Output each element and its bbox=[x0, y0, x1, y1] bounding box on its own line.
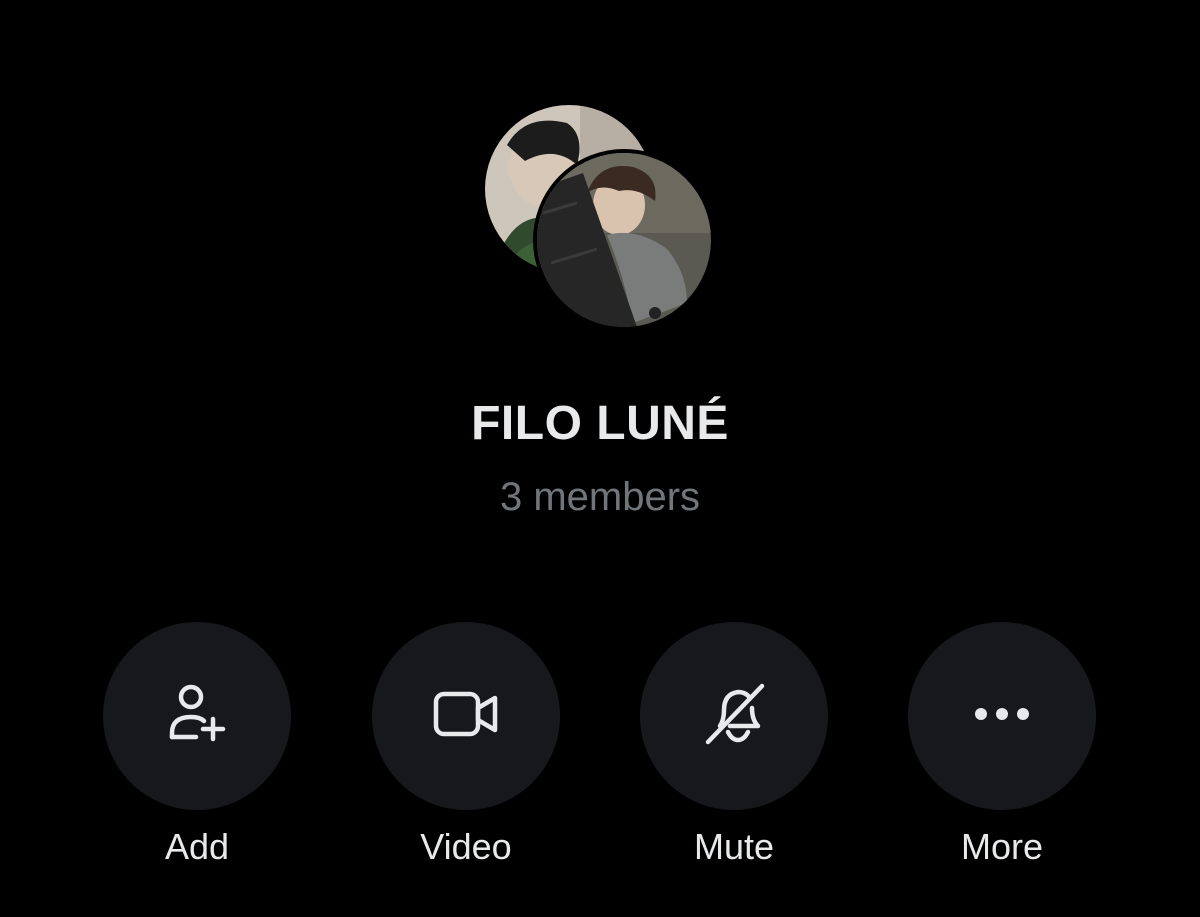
video-call-button[interactable] bbox=[372, 622, 560, 810]
more-button[interactable] bbox=[908, 622, 1096, 810]
add-label: Add bbox=[164, 826, 230, 867]
mute-button[interactable] bbox=[640, 622, 828, 810]
member-avatar-front bbox=[533, 149, 715, 331]
video-camera-icon bbox=[433, 689, 499, 744]
bell-slash-icon bbox=[702, 682, 766, 751]
mute-label: Mute bbox=[693, 826, 775, 867]
group-avatar-stack[interactable] bbox=[485, 105, 720, 340]
video-action: Video bbox=[371, 622, 561, 868]
more-action: More bbox=[907, 622, 1097, 868]
more-label: More bbox=[960, 826, 1044, 867]
mute-action: Mute bbox=[639, 622, 829, 868]
add-member-action: Add bbox=[102, 622, 292, 868]
video-label: Video bbox=[420, 826, 512, 867]
add-member-button[interactable] bbox=[103, 622, 291, 810]
member-count[interactable]: 3 members bbox=[0, 475, 1200, 520]
more-horizontal-icon bbox=[974, 707, 1030, 726]
group-name: FILO LUNÉ bbox=[471, 397, 729, 450]
add-person-icon bbox=[166, 683, 228, 750]
